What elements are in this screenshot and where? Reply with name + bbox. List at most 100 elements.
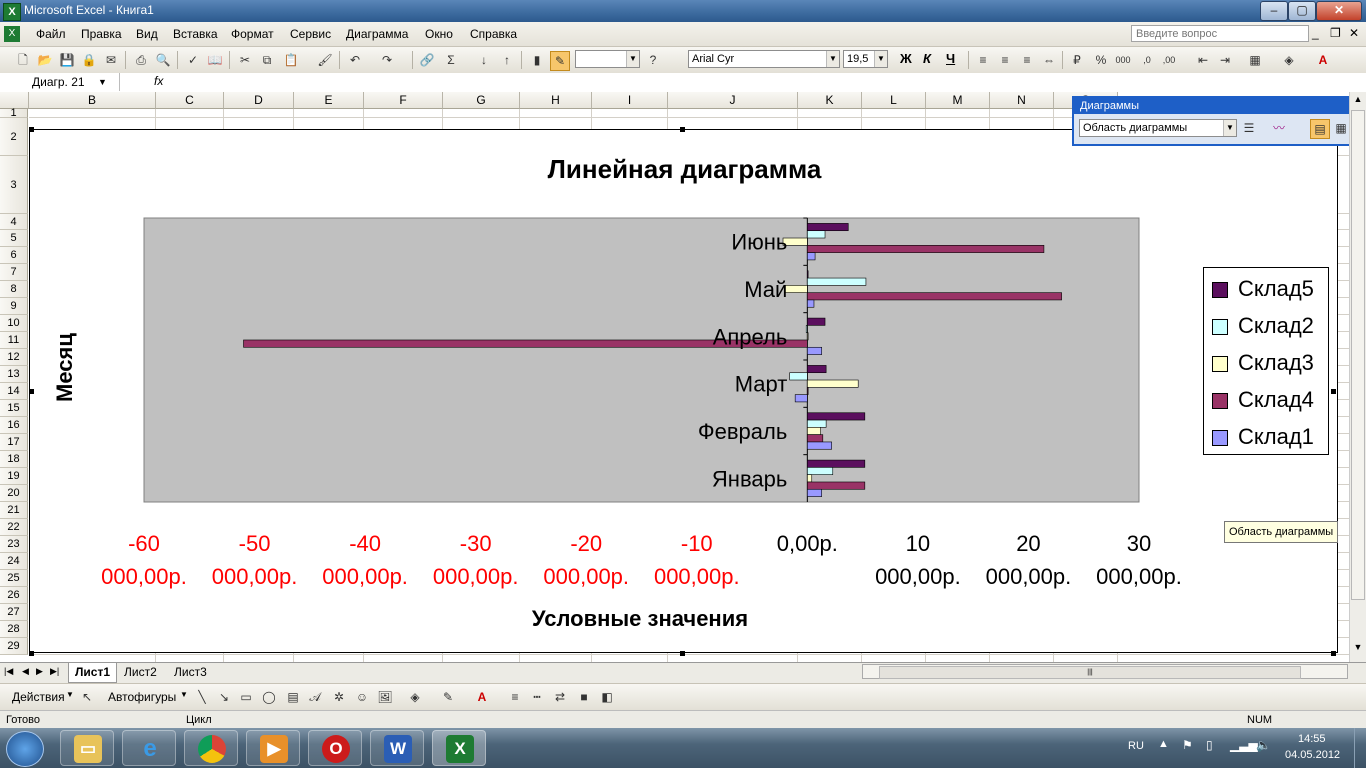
select-objects-icon[interactable]: ↖: [78, 688, 96, 706]
row-header-8[interactable]: 8: [0, 281, 28, 298]
column-header-j[interactable]: J: [668, 92, 798, 109]
row-header-17[interactable]: 17: [0, 434, 28, 451]
fill-color-draw-icon[interactable]: ◈: [406, 688, 424, 706]
scroll-down-icon[interactable]: ▼: [1351, 642, 1365, 656]
row-header-9[interactable]: 9: [0, 298, 28, 315]
font-color-draw-icon[interactable]: A: [473, 688, 491, 706]
x-tick-label[interactable]: 10: [906, 531, 930, 556]
x-tick-label[interactable]: -10: [681, 531, 713, 556]
clock-time[interactable]: 14:55: [1298, 733, 1326, 745]
media-player-taskbar-icon[interactable]: ▶: [246, 730, 300, 766]
column-header-m[interactable]: M: [926, 92, 990, 109]
row-header-6[interactable]: 6: [0, 247, 28, 264]
row-header-4[interactable]: 4: [0, 214, 28, 230]
x-tick-label[interactable]: 000,00р.: [654, 564, 740, 589]
row-header-15[interactable]: 15: [0, 400, 28, 417]
column-header-c[interactable]: C: [156, 92, 224, 109]
oval-icon[interactable]: ◯: [260, 688, 278, 706]
vertical-scroll-thumb[interactable]: [1351, 110, 1365, 600]
bar-склад2-0[interactable]: [807, 467, 834, 475]
ask-question-input[interactable]: Введите вопрос: [1131, 25, 1309, 42]
legend-entry-склад5[interactable]: Склад5: [1212, 274, 1314, 304]
first-sheet-icon[interactable]: |◀: [4, 666, 13, 677]
language-indicator[interactable]: RU: [1128, 740, 1144, 752]
cut-icon[interactable]: ✂: [236, 51, 254, 69]
legend-entry-склад1[interactable]: Склад1: [1212, 422, 1314, 452]
currency-icon[interactable]: ₽: [1068, 51, 1086, 69]
column-header-b[interactable]: B: [29, 92, 156, 109]
print-preview-icon[interactable]: 🔍: [154, 51, 172, 69]
bar-склад4-1[interactable]: [807, 434, 824, 443]
font-select[interactable]: Arial Cyr ▼: [688, 50, 840, 68]
chart-area[interactable]: Линейная диаграмма Месяц Январь Февраль Ма…: [29, 129, 1338, 653]
device-icon[interactable]: ▯: [1206, 738, 1213, 752]
clipart-icon[interactable]: ☺: [353, 688, 371, 706]
x-axis-title[interactable]: Условные значения: [310, 606, 970, 632]
chart-objects-select[interactable]: Область диаграммы ▼: [1079, 119, 1237, 137]
x-tick-label[interactable]: -60: [128, 531, 160, 556]
chrome-taskbar-icon[interactable]: [184, 730, 238, 766]
last-sheet-icon[interactable]: ▶|: [50, 666, 59, 677]
merge-center-icon[interactable]: ⇔: [1040, 51, 1058, 69]
minimize-button[interactable]: –: [1260, 1, 1288, 21]
horizontal-scrollbar[interactable]: |||: [862, 664, 1348, 679]
x-tick-label[interactable]: 30: [1127, 531, 1151, 556]
increase-decimal-icon[interactable]: ,0: [1138, 51, 1156, 69]
zoom-select[interactable]: ▼: [575, 50, 640, 68]
selection-handle[interactable]: [29, 127, 34, 132]
start-button[interactable]: [6, 731, 44, 767]
formula-input[interactable]: [172, 73, 1362, 91]
bar-склад5-2[interactable]: [807, 365, 827, 374]
autosum-icon[interactable]: Σ: [442, 51, 460, 69]
menu-file[interactable]: Файл: [36, 27, 66, 41]
font-size-select[interactable]: 19,5 ▼: [843, 50, 888, 68]
paste-icon[interactable]: 📋: [282, 51, 300, 69]
bar-склад4-5[interactable]: [807, 245, 1045, 253]
x-tick-label[interactable]: 000,00р.: [212, 564, 298, 589]
excel-app-icon[interactable]: X: [3, 3, 21, 21]
menu-format[interactable]: Формат: [231, 27, 274, 41]
x-tick-label[interactable]: -30: [460, 531, 492, 556]
chart-toolbar-title[interactable]: Диаграммы: [1074, 98, 1364, 114]
actions-dropdown-icon[interactable]: ▼: [66, 690, 74, 699]
horizontal-scroll-thumb[interactable]: |||: [879, 666, 1301, 679]
explorer-taskbar-icon[interactable]: ▭: [60, 730, 114, 766]
close-button[interactable]: ✕: [1316, 1, 1362, 21]
menu-insert[interactable]: Вставка: [173, 27, 218, 41]
bar-склад5-5[interactable]: [807, 223, 849, 232]
bar-склад2-1[interactable]: [807, 419, 827, 428]
bar-склад5-0[interactable]: [807, 459, 866, 468]
sort-descending-icon[interactable]: ↑: [498, 51, 516, 69]
format-painter-icon[interactable]: 🖌: [316, 51, 334, 69]
excel-taskbar-icon[interactable]: X: [432, 730, 486, 766]
bar-склад2-3[interactable]: [805, 325, 808, 333]
line-icon[interactable]: ╲: [193, 688, 211, 706]
category-label[interactable]: Февраль: [698, 419, 787, 444]
email-icon[interactable]: ✉: [102, 51, 120, 69]
row-header-21[interactable]: 21: [0, 502, 28, 519]
column-header-e[interactable]: E: [294, 92, 364, 109]
increase-indent-icon[interactable]: ⇥: [1216, 51, 1234, 69]
row-header-19[interactable]: 19: [0, 468, 28, 485]
ie-taskbar-icon[interactable]: e: [122, 730, 176, 766]
x-tick-label[interactable]: 0,00р.: [777, 531, 838, 556]
scroll-up-icon[interactable]: ▲: [1351, 94, 1365, 108]
x-tick-label[interactable]: 000,00р.: [101, 564, 187, 589]
x-tick-label[interactable]: 000,00р.: [433, 564, 519, 589]
row-header-24[interactable]: 24: [0, 553, 28, 570]
actions-menu[interactable]: Действия: [12, 690, 65, 704]
column-header-f[interactable]: F: [364, 92, 443, 109]
bar-склад4-2[interactable]: [807, 387, 809, 395]
column-header-h[interactable]: H: [520, 92, 592, 109]
row-header-26[interactable]: 26: [0, 587, 28, 604]
doc-restore-icon[interactable]: ❐: [1330, 26, 1341, 40]
bar-склад3-2[interactable]: [807, 379, 859, 388]
row-header-29[interactable]: 29: [0, 638, 28, 655]
sheet-tab-2[interactable]: Лист2: [118, 663, 163, 682]
x-tick-label[interactable]: 000,00р.: [322, 564, 408, 589]
align-center-icon[interactable]: ≡: [996, 51, 1014, 69]
row-header-23[interactable]: 23: [0, 536, 28, 553]
legend-entry-склад2[interactable]: Склад2: [1212, 311, 1314, 341]
dash-style-icon[interactable]: ┅: [528, 688, 546, 706]
x-tick-label[interactable]: 000,00р.: [875, 564, 961, 589]
